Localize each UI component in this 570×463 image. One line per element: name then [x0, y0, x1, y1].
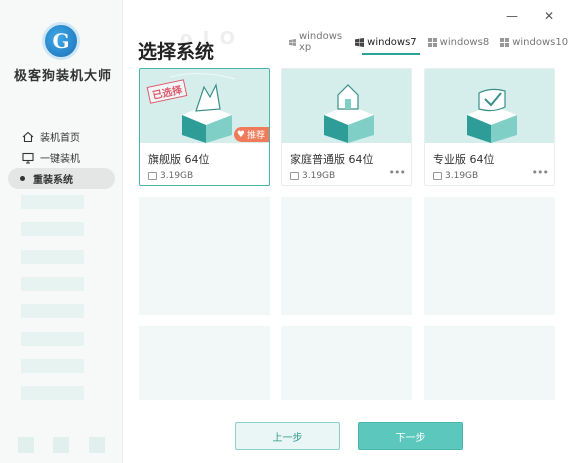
- sidebar-placeholder: [21, 250, 84, 264]
- tab-windows8[interactable]: windows8: [425, 34, 493, 50]
- os-card-professional[interactable]: 专业版 64位 3.19GB •••: [424, 68, 555, 186]
- home-icon: [22, 131, 34, 143]
- dot-icon: [20, 176, 25, 181]
- windows-icon: [500, 37, 510, 47]
- windows-icon: [289, 38, 296, 46]
- sidebar-item-home[interactable]: 装机首页: [0, 126, 123, 147]
- recommend-label: 推荐: [246, 131, 265, 141]
- sidebar-placeholder: [21, 195, 84, 209]
- disk-icon: [433, 172, 442, 180]
- recommend-badge: ♥ 推荐: [233, 127, 269, 142]
- os-card-ultimate[interactable]: 已选择 ♥ 推荐 旗舰版 64位 3.19GB: [139, 68, 270, 186]
- minimize-button[interactable]: —: [504, 8, 520, 24]
- page-title: 选择系统: [138, 41, 215, 63]
- tab-label: windows xp: [298, 31, 343, 53]
- sidebar-placeholder: [21, 277, 84, 291]
- check-badge-box-icon: [467, 88, 517, 143]
- card-name: 家庭普通版 64位: [290, 153, 374, 166]
- windows-icon: [427, 37, 437, 47]
- sidebar-placeholder: [21, 386, 84, 400]
- card-art: [425, 69, 554, 143]
- logo-letter: G: [52, 29, 70, 53]
- card-size-value: 3.19GB: [160, 171, 194, 181]
- more-icon[interactable]: •••: [532, 166, 549, 179]
- house-box-icon: [324, 84, 374, 143]
- card-size: 3.19GB: [290, 171, 335, 181]
- tab-label: windows10: [512, 36, 569, 48]
- card-name: 旗舰版 64位: [148, 153, 210, 166]
- sidebar-item-label: 一键装机: [40, 154, 80, 165]
- heart-icon: ♥: [236, 129, 245, 140]
- disk-icon: [290, 172, 299, 180]
- os-card-home-basic[interactable]: 家庭普通版 64位 3.19GB •••: [281, 68, 412, 186]
- card-placeholder: [424, 326, 555, 400]
- sidebar-item-reinstall[interactable]: 重装系统: [8, 168, 115, 189]
- tab-label: windows8: [439, 36, 490, 48]
- app-title: 极客狗装机大师: [13, 69, 112, 84]
- sidebar-placeholder: [21, 222, 84, 236]
- tab-windows-xp[interactable]: windows xp: [286, 31, 347, 53]
- next-button[interactable]: 下一步: [358, 422, 463, 450]
- tab-label: windows7: [367, 36, 417, 48]
- sidebar-bottom-placeholder: [89, 437, 105, 453]
- sidebar-nav: 装机首页 一键装机 重装系统: [0, 126, 123, 189]
- sidebar-placeholder: [21, 332, 84, 346]
- sidebar-item-label: 重装系统: [33, 175, 73, 186]
- card-placeholder: [281, 326, 412, 400]
- card-placeholder: [281, 197, 412, 315]
- card-name: 专业版 64位: [433, 153, 495, 166]
- windows-icon: [355, 37, 365, 47]
- card-size-value: 3.19GB: [302, 171, 336, 181]
- card-size: 3.19GB: [148, 171, 193, 181]
- more-icon[interactable]: •••: [389, 166, 406, 179]
- close-button[interactable]: ✕: [541, 8, 557, 24]
- app-logo: G: [42, 22, 80, 60]
- card-placeholder: [424, 197, 555, 315]
- monitor-icon: [22, 152, 34, 164]
- tab-windows10[interactable]: windows10: [497, 34, 570, 50]
- os-tabs: windows xp windows7 windows8 windows10: [286, 31, 570, 55]
- sidebar-bottom-placeholder: [18, 437, 34, 453]
- sidebar: G 极客狗装机大师 装机首页 一键装机 重装系统: [0, 0, 123, 463]
- sidebar-placeholder: [21, 304, 84, 318]
- sidebar-placeholder: [21, 359, 84, 373]
- sidebar-item-one-click[interactable]: 一键装机: [0, 147, 123, 168]
- prev-button[interactable]: 上一步: [235, 422, 340, 450]
- card-art: 已选择 ♥ 推荐: [140, 69, 269, 143]
- card-size: 3.19GB: [433, 171, 478, 181]
- disk-icon: [148, 172, 157, 180]
- sidebar-item-label: 装机首页: [40, 133, 80, 144]
- card-placeholder: [139, 197, 270, 315]
- sidebar-bottom-placeholder: [53, 437, 69, 453]
- card-art: [282, 69, 411, 143]
- card-placeholder: [139, 326, 270, 400]
- card-size-value: 3.19GB: [445, 171, 479, 181]
- tab-windows7[interactable]: windows7: [352, 34, 420, 55]
